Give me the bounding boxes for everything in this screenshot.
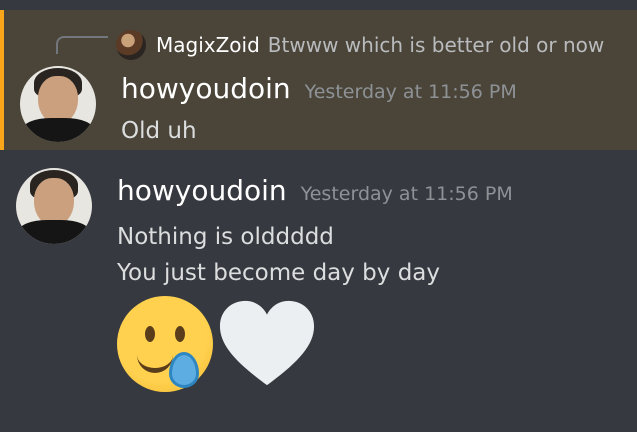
message-text: Nothing is olddddd [117, 224, 334, 250]
reply-author[interactable]: MagixZoid [156, 33, 260, 57]
message[interactable]: howyoudoin Yesterday at 11:56 PM Nothing… [0, 160, 637, 432]
reply-preview-text[interactable]: Btwww which is better old or now [268, 33, 604, 57]
avatar[interactable] [20, 66, 96, 142]
message-highlighted[interactable]: MagixZoid Btwww which is better old or n… [0, 10, 637, 150]
reply-reference[interactable]: MagixZoid Btwww which is better old or n… [116, 30, 604, 60]
username[interactable]: howyoudoin [121, 72, 291, 105]
smiling-face-with-tear-icon[interactable] [117, 296, 213, 392]
message-header: howyoudoin Yesterday at 11:56 PM [117, 174, 513, 207]
timestamp[interactable]: Yesterday at 11:56 PM [305, 81, 517, 103]
username[interactable]: howyoudoin [117, 174, 287, 207]
message-header: howyoudoin Yesterday at 11:56 PM [121, 72, 517, 105]
message-text: You just become day by day [117, 260, 441, 286]
timestamp[interactable]: Yesterday at 11:56 PM [301, 183, 513, 205]
white-heart-icon[interactable] [218, 298, 316, 390]
avatar[interactable] [16, 168, 92, 244]
reply-connector [56, 36, 108, 54]
message-text: Old uh [121, 118, 197, 144]
reply-avatar[interactable] [116, 30, 146, 60]
